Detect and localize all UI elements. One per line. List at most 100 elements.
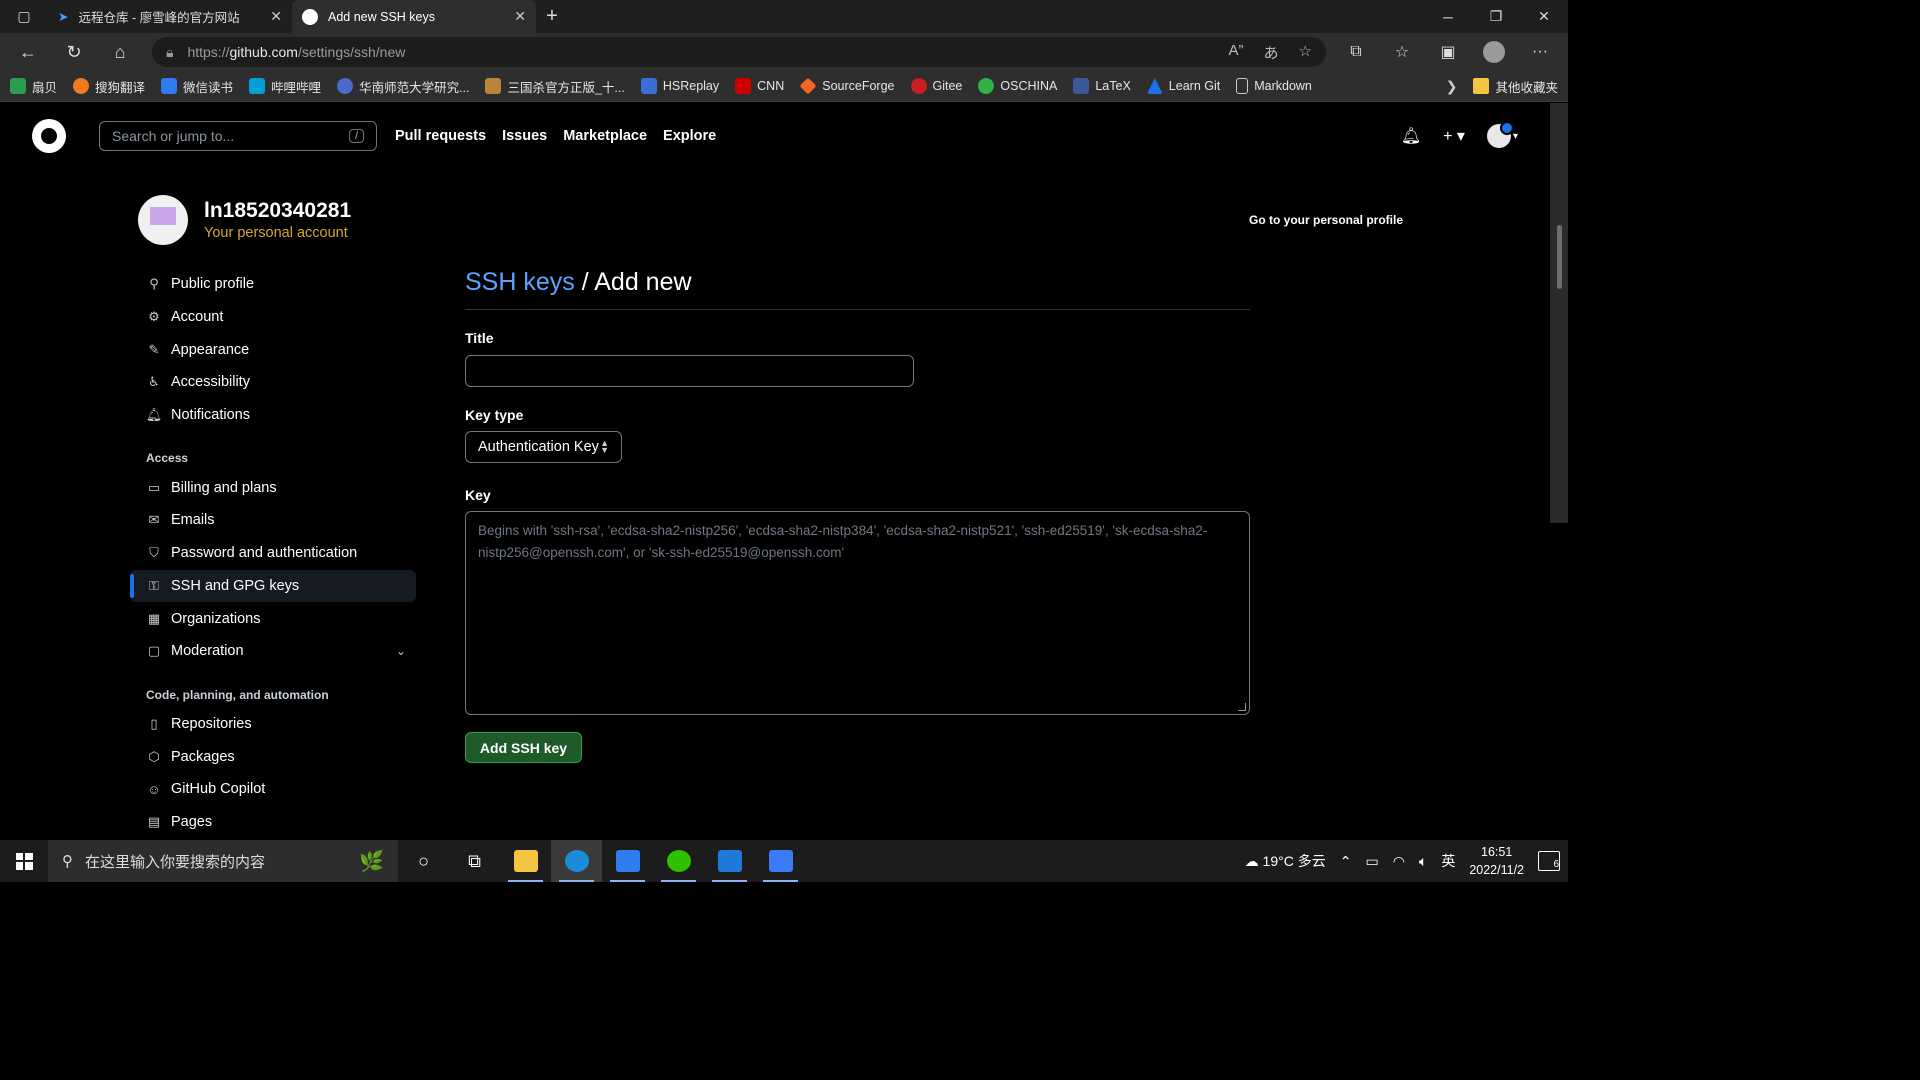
restore-icon[interactable]: ❐ bbox=[1472, 0, 1520, 33]
key-label: Key bbox=[465, 487, 491, 503]
bookmark-folder[interactable]: 其他收藏夹 bbox=[1473, 77, 1558, 96]
lock-icon[interactable]: 🔒︎ bbox=[166, 44, 173, 61]
sidebar-item-public-profile[interactable]: ⚲ Public profile bbox=[130, 268, 416, 301]
sidebar-item-appearance[interactable]: ✎ Appearance bbox=[130, 333, 416, 366]
sidebar-item-organizations[interactable]: ▦ Organizations bbox=[130, 602, 416, 635]
sidebar-item-copilot[interactable]: ☺ GitHub Copilot bbox=[130, 773, 416, 806]
add-ssh-key-button[interactable]: Add SSH key bbox=[465, 732, 582, 763]
go-to-profile-button[interactable]: Go to your personal profile bbox=[1249, 213, 1403, 227]
read-aloud-icon[interactable]: A” bbox=[1229, 42, 1244, 63]
chevron-up-icon[interactable]: ⌃ bbox=[1340, 853, 1352, 870]
bookmark[interactable]: Gitee bbox=[910, 78, 962, 94]
close-window-icon[interactable]: ✕ bbox=[1520, 0, 1568, 33]
sidebar-item-repositories[interactable]: ▯ Repositories bbox=[130, 708, 416, 741]
scrollbar-thumb[interactable] bbox=[1557, 225, 1562, 289]
dictionary-app-icon[interactable] bbox=[602, 840, 653, 882]
tab-actions-icon[interactable]: ▢ bbox=[0, 0, 48, 33]
browser-tab-active[interactable]: Add new SSH keys ✕ bbox=[292, 0, 536, 33]
more-icon[interactable]: ··· bbox=[1518, 36, 1562, 68]
extensions-icon[interactable]: ⧉ bbox=[1334, 36, 1378, 68]
edge-browser-icon[interactable] bbox=[551, 840, 602, 882]
task-view-icon[interactable]: ⧉ bbox=[449, 840, 500, 882]
wechat-icon[interactable] bbox=[653, 840, 704, 882]
sidebar-item-packages[interactable]: ⬡ Packages bbox=[130, 740, 416, 773]
vscode-icon[interactable] bbox=[704, 840, 755, 882]
avatar bbox=[1486, 121, 1514, 148]
sidebar-item-moderation[interactable]: ▢ Moderation ⌄ bbox=[130, 635, 416, 668]
sidebar-item-billing[interactable]: ▭ Billing and plans bbox=[130, 471, 416, 504]
bookmark[interactable]: SourceForge bbox=[799, 77, 895, 95]
chevron-right-icon[interactable]: ❯ bbox=[1446, 78, 1458, 95]
title-input[interactable] bbox=[465, 355, 914, 387]
nav-explore[interactable]: Explore bbox=[663, 128, 716, 144]
bell-icon[interactable]: 🔔︎ bbox=[1401, 126, 1421, 146]
sidebar-item-emails[interactable]: ✉ Emails bbox=[130, 504, 416, 537]
cortana-icon[interactable]: ○ bbox=[398, 840, 449, 882]
page-scrollbar[interactable] bbox=[1550, 103, 1568, 840]
github-logo-icon[interactable] bbox=[32, 119, 66, 153]
ime-indicator[interactable]: 英 bbox=[1441, 851, 1455, 871]
avatar[interactable] bbox=[138, 195, 188, 245]
new-tab-button[interactable]: + bbox=[536, 0, 568, 33]
url-bar[interactable]: 🔒︎ https://github.com/settings/ssh/new A… bbox=[152, 37, 1326, 67]
minimize-icon[interactable]: ─ bbox=[1424, 0, 1472, 33]
home-button[interactable]: ⌂ bbox=[98, 36, 142, 68]
chevron-down-icon[interactable]: ⌄ bbox=[396, 644, 406, 658]
taskbar-search-input[interactable]: ⚲ 在这里输入你要搜索的内容 🌿 bbox=[48, 840, 398, 882]
breadcrumb-ssh-keys[interactable]: SSH keys bbox=[465, 268, 575, 296]
bookmark[interactable]: 华南师范大学研究... bbox=[337, 77, 469, 96]
wifi-icon[interactable]: ◠ bbox=[1393, 853, 1405, 870]
sidebar-item-ssh-gpg-keys[interactable]: ⚿ SSH and GPG keys bbox=[130, 569, 416, 603]
bookmark[interactable]: 哔哩哔哩 bbox=[249, 77, 321, 96]
sidebar-item-password[interactable]: ⛉ Password and authentication bbox=[130, 537, 416, 570]
key-type-select[interactable]: Authentication Key ▲ ▼ bbox=[465, 431, 622, 463]
sidebar-item-accessibility[interactable]: ♿︎ Accessibility bbox=[130, 366, 416, 399]
browser-tab[interactable]: ➤ 远程仓库 - 廖雪峰的官方网站 ✕ bbox=[48, 0, 292, 33]
bookmark[interactable]: Markdown bbox=[1236, 78, 1312, 94]
clock[interactable]: 16:51 2022/11/2 bbox=[1469, 843, 1524, 879]
bookmark[interactable]: OSCHINA bbox=[978, 78, 1057, 94]
create-new-dropdown[interactable]: + ▾ bbox=[1443, 126, 1465, 146]
bookmark[interactable]: 搜狗翻译 bbox=[73, 77, 145, 96]
search-icon: ⚲ bbox=[62, 853, 73, 870]
bookmark[interactable]: Learn Git bbox=[1146, 78, 1220, 94]
reload-button[interactable]: ↻ bbox=[52, 36, 96, 68]
close-tab-icon[interactable]: ✕ bbox=[514, 8, 526, 25]
bookmark[interactable]: 微信读书 bbox=[161, 77, 233, 96]
username[interactable]: ln18520340281 bbox=[204, 199, 351, 223]
sidebar-item-account[interactable]: ⚙ Account bbox=[130, 301, 416, 334]
notification-center-icon[interactable]: 6 bbox=[1538, 851, 1560, 871]
nav-pull-requests[interactable]: Pull requests bbox=[395, 128, 486, 144]
organization-icon: ▦ bbox=[147, 610, 161, 626]
start-button[interactable] bbox=[0, 840, 48, 882]
nav-marketplace[interactable]: Marketplace bbox=[563, 128, 647, 144]
search-input[interactable]: Search or jump to... / bbox=[99, 121, 377, 151]
back-button[interactable]: ← bbox=[6, 36, 50, 68]
header-actions: 🔔︎ + ▾ ▾ bbox=[1401, 121, 1518, 148]
person-icon: ⚲ bbox=[149, 276, 159, 292]
profile-button[interactable] bbox=[1472, 36, 1516, 68]
bookmark[interactable]: 扇贝 bbox=[10, 77, 57, 96]
windows-logo-icon bbox=[15, 852, 33, 870]
key-textarea[interactable]: Begins with 'ssh-rsa', 'ecdsa-sha2-nistp… bbox=[465, 511, 1250, 715]
volume-icon[interactable]: 🔈︎ bbox=[1419, 853, 1427, 870]
translate-icon[interactable]: あ bbox=[1264, 42, 1279, 63]
bookmark[interactable]: LaTeX bbox=[1073, 78, 1131, 94]
battery-icon[interactable]: ▭ bbox=[1365, 853, 1378, 870]
sidebar-item-notifications[interactable]: 🔔︎ Notifications bbox=[130, 399, 416, 432]
bookmark[interactable]: HSReplay bbox=[640, 78, 719, 94]
collections-icon[interactable]: ▣ bbox=[1426, 36, 1470, 68]
close-tab-icon[interactable]: ✕ bbox=[270, 8, 282, 25]
file-explorer-icon[interactable] bbox=[500, 840, 551, 882]
sidebar-item-pages[interactable]: ▤ Pages bbox=[130, 806, 416, 839]
add-favorite-icon[interactable]: ☆ bbox=[1299, 42, 1312, 63]
weather-widget[interactable]: ☁ 19°C 多云 bbox=[1245, 851, 1326, 871]
user-menu[interactable]: ▾ bbox=[1486, 121, 1518, 148]
bookmark[interactable]: 三国杀官方正版_十... bbox=[485, 77, 625, 96]
feishu-app-icon[interactable] bbox=[755, 840, 806, 882]
nav-issues[interactable]: Issues bbox=[502, 128, 547, 144]
scrollbar-track[interactable] bbox=[1550, 103, 1568, 523]
document-icon bbox=[1236, 78, 1249, 94]
bookmark[interactable]: CNN bbox=[735, 78, 784, 94]
favorites-icon[interactable]: ☆ bbox=[1380, 36, 1424, 68]
